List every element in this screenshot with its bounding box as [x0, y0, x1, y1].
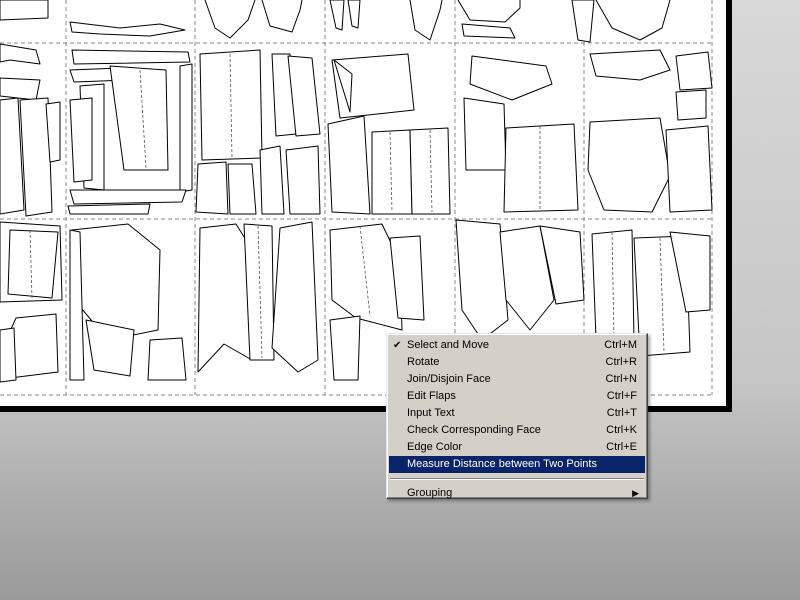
menu-item-shortcut: Ctrl+E	[606, 441, 637, 453]
menu-item-shortcut: Ctrl+F	[606, 390, 637, 402]
menu-item-label: Measure Distance between Two Points	[407, 458, 597, 470]
menu-item-label: Select and Move	[407, 339, 489, 351]
menu-item-label: Input Text	[407, 407, 455, 419]
menu-item-join-disjoin-face[interactable]: Join/Disjoin Face Ctrl+N	[389, 371, 645, 388]
menu-item-select-and-move[interactable]: ✔ Select and Move Ctrl+M	[389, 337, 645, 354]
menu-item-label: Rotate	[407, 356, 440, 368]
menu-item-edit-flaps[interactable]: Edit Flaps Ctrl+F	[389, 388, 645, 405]
menu-item-shortcut: Ctrl+N	[605, 373, 637, 385]
menu-item-shortcut: Ctrl+T	[606, 407, 637, 419]
menu-item-edge-color[interactable]: Edge Color Ctrl+E	[389, 439, 645, 456]
unfolded-parts	[0, 0, 713, 383]
menu-item-shortcut: Ctrl+M	[604, 339, 637, 351]
menu-item-label: Edge Color	[407, 441, 463, 453]
checkmark-icon: ✔	[393, 340, 402, 351]
menu-item-measure-distance[interactable]: Measure Distance between Two Points	[389, 456, 645, 473]
menu-item-label: Join/Disjoin Face	[407, 373, 491, 385]
menu-item-label: Grouping	[407, 487, 453, 499]
menu-item-shortcut: Ctrl+R	[605, 356, 637, 368]
menu-item-shortcut: Ctrl+K	[606, 424, 637, 436]
menu-item-label: Edit Flaps	[407, 390, 456, 402]
context-menu: ✔ Select and Move Ctrl+M Rotate Ctrl+R J…	[386, 333, 648, 499]
menu-item-grouping[interactable]: Grouping ▶	[389, 485, 645, 502]
menu-item-check-corresponding-face[interactable]: Check Corresponding Face Ctrl+K	[389, 422, 645, 439]
menu-item-input-text[interactable]: Input Text Ctrl+T	[389, 405, 645, 422]
menu-item-rotate[interactable]: Rotate Ctrl+R	[389, 354, 645, 371]
menu-item-label: Check Corresponding Face	[407, 424, 541, 436]
submenu-arrow-icon: ▶	[632, 488, 639, 498]
menu-separator	[390, 478, 644, 480]
